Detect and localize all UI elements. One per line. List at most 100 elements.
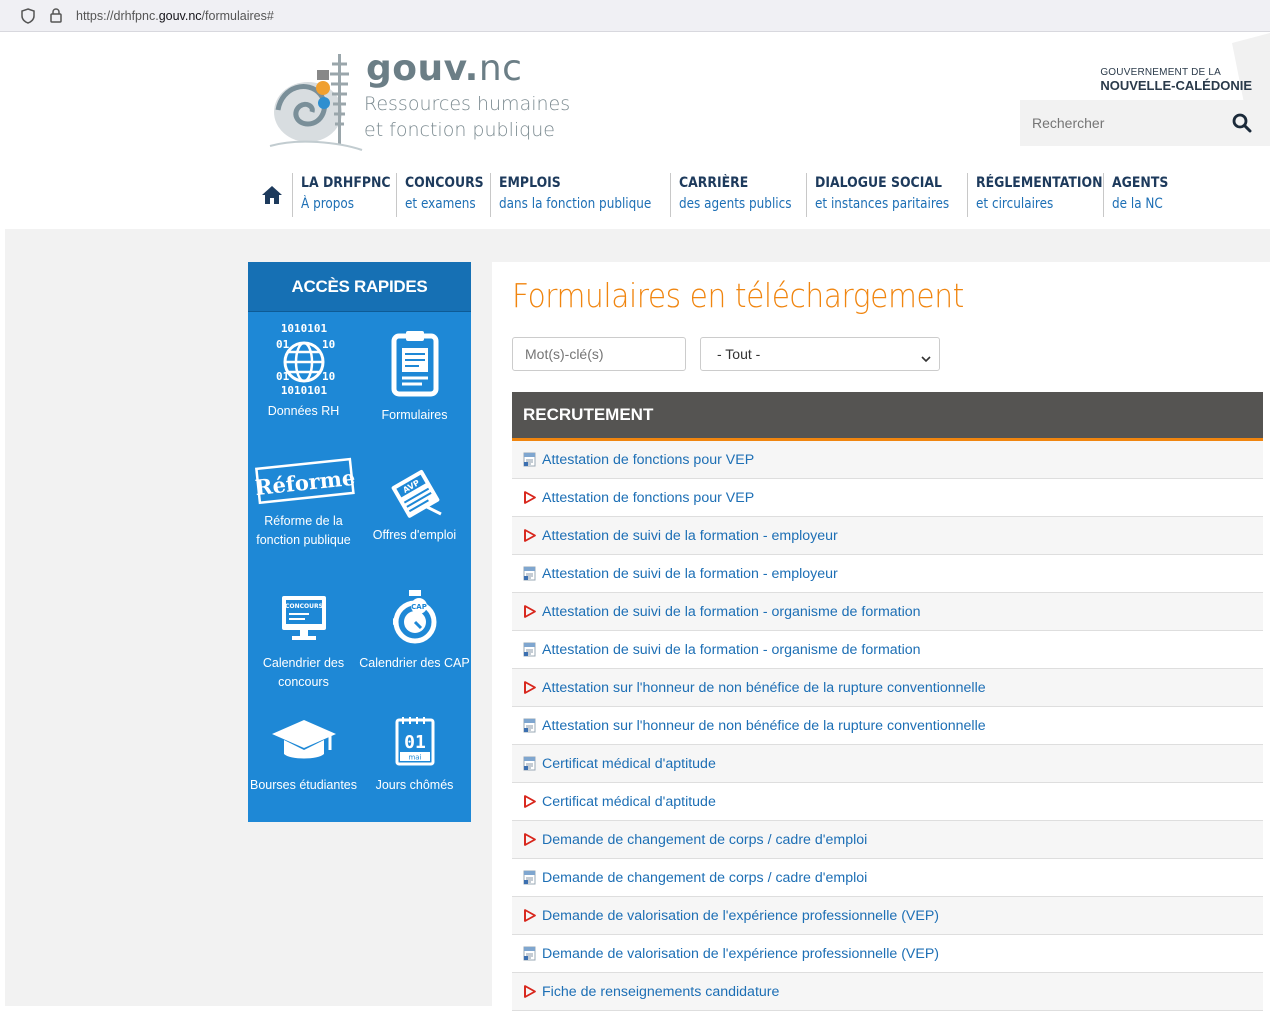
browser-address-bar: https://drhfpnc.gouv.nc/formulaires# [0,0,1270,32]
svg-text:10: 10 [322,370,335,383]
nav-item-concours[interactable]: CONCOURS et examens [396,173,490,217]
quick-access-sidebar: ACCÈS RAPIDES 1010101 1010101 01 10 01 1… [248,262,471,822]
svg-text:CAP: CAP [411,603,427,611]
lock-icon [48,8,64,24]
newspaper-icon: AVP [359,466,470,526]
svg-text:1010101: 1010101 [280,322,327,335]
file-link[interactable]: Attestation de suivi de la formation - o… [542,604,921,620]
calendar-icon: 01 mai [359,714,470,776]
file-link[interactable]: Attestation de suivi de la formation - e… [542,566,838,582]
doc-file-icon [522,642,537,657]
file-row: Fiche de renseignements candidature [512,973,1263,1011]
tile-donnees-rh[interactable]: 1010101 1010101 01 10 01 10 Données RH [248,320,359,421]
shield-icon[interactable] [20,7,36,24]
file-row: Attestation sur l'honneur de non bénéfic… [512,707,1263,745]
site-header: gouv.nc Ressources humaines et fonction … [0,33,1270,229]
svg-text:CONCOURS: CONCOURS [285,603,323,610]
pdf-file-icon [522,528,537,543]
tile-reforme[interactable]: Réforme Réforme de la fonction publique [248,454,359,550]
chevron-down-icon [921,350,931,366]
tile-calendrier-cap[interactable]: CAP Calendrier des CAP [359,588,470,673]
file-row: Certificat médical d'aptitude [512,783,1263,821]
file-link[interactable]: Demande de valorisation de l'expérience … [542,908,939,924]
url-field[interactable]: https://drhfpnc.gouv.nc/formulaires# [76,9,274,23]
file-link[interactable]: Attestation de fonctions pour VEP [542,452,754,468]
svg-text:01: 01 [404,732,426,753]
clipboard-icon [359,328,470,406]
site-logo-emblem-icon[interactable] [268,50,364,154]
file-row: Demande de valorisation de l'expérience … [512,897,1263,935]
nav-item-carriere[interactable]: CARRIÈRE des agents publics [670,173,806,217]
brand-name[interactable]: gouv.nc [366,48,522,89]
file-row: Attestation de suivi de la formation - o… [512,631,1263,669]
nav-item-drhfpnc[interactable]: LA DRHFPNC À propos [292,173,396,217]
svg-text:10: 10 [322,338,335,351]
pdf-file-icon [522,680,537,695]
file-row: Attestation de fonctions pour VEP [512,479,1263,517]
svg-text:01: 01 [276,338,290,351]
pdf-file-icon [522,832,537,847]
file-row: Attestation de suivi de la formation - o… [512,593,1263,631]
sidebar-title: ACCÈS RAPIDES [248,262,471,312]
main-navigation: LA DRHFPNC À propos CONCOURS et examens EM… [252,173,1173,217]
file-link[interactable]: Demande de changement de corps / cadre d… [542,870,867,886]
nav-item-reglementation[interactable]: RÉGLEMENTATION et circulaires [967,173,1103,217]
file-row: Attestation de suivi de la formation - e… [512,555,1263,593]
tile-formulaires[interactable]: Formulaires [359,328,470,425]
file-row: Demande de changement de corps / cadre d… [512,821,1263,859]
file-link[interactable]: Attestation de fonctions pour VEP [542,490,754,506]
pdf-file-icon [522,794,537,809]
tile-offres-emploi[interactable]: AVP Offres d'emploi [359,466,470,545]
stopwatch-icon: CAP [359,588,470,654]
pdf-file-icon [522,908,537,923]
globe-binary-icon: 1010101 1010101 01 10 01 10 [248,320,359,402]
file-row: Demande de changement de corps / cadre d… [512,859,1263,897]
file-row: Attestation de suivi de la formation - e… [512,517,1263,555]
nav-item-agents[interactable]: AGENTS de la NC [1103,173,1173,217]
nav-item-dialogue-social[interactable]: DIALOGUE SOCIAL et instances paritaires [806,173,967,217]
search-input[interactable] [1020,100,1220,146]
site-subtitle: Ressources humaines et fonction publique [364,93,571,141]
tile-calendrier-concours[interactable]: CONCOURS Calendrier des concours [248,592,359,692]
file-link[interactable]: Attestation sur l'honneur de non bénéfic… [542,680,986,696]
file-row: Attestation sur l'honneur de non bénéfic… [512,669,1263,707]
file-link[interactable]: Attestation de suivi de la formation - e… [542,528,838,544]
doc-file-icon [522,870,537,885]
file-row: Certificat médical d'aptitude [512,745,1263,783]
government-label[interactable]: GOUVERNEMENT DE LA NOUVELLE-CALÉDONIE [1100,67,1252,93]
file-row: Demande de valorisation de l'expérience … [512,935,1263,973]
file-list: Attestation de fonctions pour VEP Attesta… [512,441,1263,1011]
reforme-stamp-icon: Réforme [248,454,359,516]
doc-file-icon [522,452,537,467]
file-link[interactable]: Demande de changement de corps / cadre d… [542,832,867,848]
pdf-file-icon [522,490,537,505]
svg-text:mai: mai [408,754,421,762]
file-link[interactable]: Certificat médical d'aptitude [542,794,716,810]
file-link[interactable]: Attestation de suivi de la formation - o… [542,642,921,658]
search-icon[interactable] [1232,113,1252,133]
doc-file-icon [522,756,537,771]
category-select[interactable]: - Tout - [700,337,940,371]
doc-file-icon [522,718,537,733]
keyword-input[interactable] [512,337,686,371]
graduation-cap-icon [248,714,359,776]
file-row: Attestation de fonctions pour VEP [512,441,1263,479]
file-link[interactable]: Attestation sur l'honneur de non bénéfic… [542,718,986,734]
section-header: RECRUTEMENT [512,392,1263,441]
tile-jours-chomes[interactable]: 01 mai Jours chômés [359,714,470,795]
file-link[interactable]: Fiche de renseignements candidature [542,984,779,1000]
monitor-concours-icon: CONCOURS [248,592,359,654]
tile-bourses[interactable]: Bourses étudiantes [248,714,359,795]
search-box [1020,100,1270,146]
doc-file-icon [522,946,537,961]
home-icon[interactable] [252,173,292,217]
nav-item-emplois[interactable]: EMPLOIS dans la fonction publique [490,173,670,217]
file-link[interactable]: Demande de valorisation de l'expérience … [542,946,939,962]
pdf-file-icon [522,604,537,619]
svg-text:1010101: 1010101 [280,384,327,396]
main-content: Formulaires en téléchargement - Tout - R… [492,262,1270,1011]
pdf-file-icon [522,984,537,999]
page-title: Formulaires en téléchargement [512,276,964,315]
file-link[interactable]: Certificat médical d'aptitude [542,756,716,772]
doc-file-icon [522,566,537,581]
